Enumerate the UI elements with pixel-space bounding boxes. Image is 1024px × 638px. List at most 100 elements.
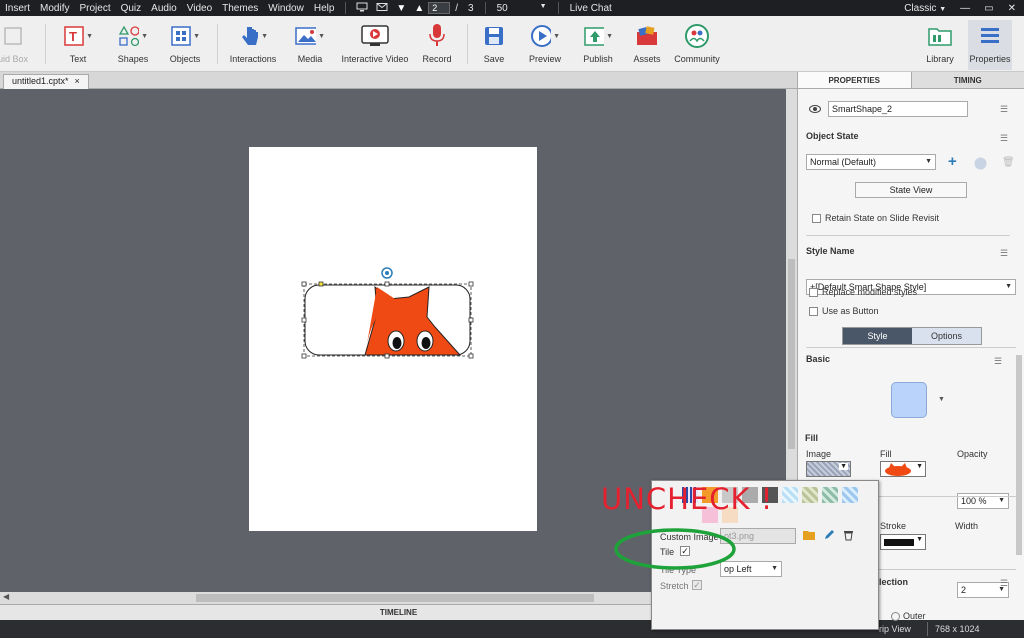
minimize-icon[interactable]: — <box>960 3 970 14</box>
zoom-select[interactable]: 50 ▼ <box>492 3 552 14</box>
panel-menu-icon[interactable]: ☰ <box>994 356 1002 367</box>
style-swatch[interactable] <box>891 382 927 418</box>
edit-pencil-icon[interactable] <box>823 529 835 544</box>
replace-styles-box[interactable] <box>809 288 818 298</box>
chevron-down-icon: ▼ <box>318 32 325 40</box>
rotate-handle-icon[interactable] <box>381 267 393 279</box>
retain-state-box[interactable] <box>812 214 821 224</box>
panel-scrollbar[interactable] <box>1016 355 1022 555</box>
style-segment[interactable]: Style <box>843 328 912 344</box>
menu-audio[interactable]: Audio <box>146 3 182 14</box>
tab-properties[interactable]: PROPERTIES <box>798 72 912 88</box>
panel-menu-icon[interactable]: ☰ <box>1000 248 1008 259</box>
smart-shape[interactable] <box>249 147 537 531</box>
state-view-button[interactable]: State View <box>855 182 967 198</box>
interactive-video-button[interactable]: Interactive Video <box>338 22 412 70</box>
workspace-select[interactable]: Classic ▼ <box>904 3 946 14</box>
options-segment[interactable]: Options <box>912 328 981 344</box>
corner-radius-handle[interactable] <box>318 281 324 287</box>
delete-state-icon[interactable]: 🗑 <box>1002 157 1015 168</box>
trash-icon[interactable] <box>843 529 854 544</box>
text-icon: T ▼ <box>63 22 93 50</box>
scroll-thumb[interactable] <box>788 259 795 449</box>
media-button[interactable]: ▼ Media <box>288 22 332 70</box>
chevron-down-icon: ▼ <box>141 32 148 40</box>
image-icon: ▼ <box>295 22 325 50</box>
publish-label: Publish <box>583 54 613 64</box>
toolbar-divider <box>217 24 218 64</box>
retain-state-checkbox[interactable]: Retain State on Slide Revisit <box>812 213 940 224</box>
text-button[interactable]: T ▼ Text <box>58 22 98 70</box>
shapes-button[interactable]: ▼ Shapes <box>113 22 153 70</box>
objects-icon: ▼ <box>170 22 200 50</box>
texture-swatch[interactable] <box>822 487 838 503</box>
menu-video[interactable]: Video <box>182 3 217 14</box>
texture-swatch[interactable] <box>782 487 798 503</box>
library-button[interactable]: Library <box>922 22 958 70</box>
current-slide-field[interactable]: 2 <box>428 2 451 14</box>
menu-bar: Insert Modify Project Quiz Audio Video T… <box>0 0 1024 16</box>
folder-icon[interactable] <box>803 530 815 543</box>
tab-close-icon[interactable]: × <box>75 75 80 89</box>
assets-label: Assets <box>633 54 661 64</box>
panel-menu-icon[interactable]: ☰ <box>1000 133 1008 144</box>
interactions-button[interactable]: ▼ Interactions <box>228 22 278 70</box>
menu-modify[interactable]: Modify <box>35 3 74 14</box>
retain-state-label: Retain State on Slide Revisit <box>825 213 940 223</box>
state-select[interactable]: Normal (Default) ▼ <box>806 154 936 170</box>
assets-button[interactable]: Assets <box>630 22 664 70</box>
menu-window[interactable]: Window <box>263 3 309 14</box>
document-tab[interactable]: untitled1.cptx* × <box>3 74 89 89</box>
stroke-color-picker[interactable]: ▼ <box>880 534 926 550</box>
stretch-checkbox[interactable]: ✓ <box>692 580 702 590</box>
visibility-eye-icon[interactable] <box>809 105 821 116</box>
menu-divider <box>345 2 347 14</box>
close-icon[interactable]: ✕ <box>1008 3 1016 14</box>
record-button[interactable]: Record <box>418 22 456 70</box>
properties-button[interactable]: Properties <box>968 20 1012 70</box>
fill-picker[interactable]: ▼ <box>880 461 926 477</box>
style-options-toggle[interactable]: Style Options <box>842 327 982 345</box>
arrow-down-icon[interactable]: ▼ <box>392 3 410 14</box>
chevron-down-icon: ▼ <box>916 463 923 470</box>
menu-insert[interactable]: Insert <box>0 3 35 14</box>
menu-themes[interactable]: Themes <box>217 3 263 14</box>
slide[interactable] <box>249 147 537 531</box>
outer-radio[interactable]: Outer <box>891 611 926 622</box>
arrow-up-icon[interactable]: ▲ <box>410 3 428 14</box>
image-label: Image <box>806 449 832 459</box>
email-icon[interactable] <box>372 2 392 15</box>
outer-radio-circle[interactable] <box>891 612 900 622</box>
scroll-left-icon[interactable]: ◀ <box>3 592 9 601</box>
quiz-box-button[interactable]: uid Box <box>0 22 28 70</box>
record-label: Record <box>422 54 452 64</box>
objects-button[interactable]: ▼ Objects <box>165 22 205 70</box>
save-button[interactable]: Save <box>478 22 510 70</box>
texture-swatch[interactable] <box>802 487 818 503</box>
preview-button[interactable]: ▼ Preview <box>525 22 565 70</box>
use-as-button-checkbox[interactable]: Use as Button <box>809 306 879 317</box>
publish-button[interactable]: ▼ Publish <box>578 22 618 70</box>
menu-help[interactable]: Help <box>309 3 340 14</box>
live-chat-link[interactable]: Live Chat <box>565 3 617 14</box>
divider <box>806 347 1016 348</box>
add-state-icon[interactable]: + <box>948 154 957 170</box>
panel-menu-icon[interactable]: ☰ <box>1000 104 1008 115</box>
community-button[interactable]: Community <box>672 22 722 70</box>
play-icon: ▼ <box>530 22 560 50</box>
state-options-icon[interactable] <box>974 157 987 173</box>
menu-quiz[interactable]: Quiz <box>116 3 147 14</box>
use-as-button-box[interactable] <box>809 307 818 317</box>
panel-menu-icon[interactable]: ☰ <box>1000 578 1008 589</box>
texture-swatch[interactable] <box>842 487 858 503</box>
replace-styles-checkbox[interactable]: Replace modified styles <box>809 287 917 298</box>
chevron-down-icon[interactable]: ▼ <box>938 396 945 403</box>
menu-project[interactable]: Project <box>74 3 115 14</box>
scroll-thumb[interactable] <box>196 594 594 602</box>
image-picker[interactable]: ▼ <box>806 461 851 477</box>
quiz-icon <box>0 22 28 50</box>
tab-timing[interactable]: TIMING <box>911 72 1024 88</box>
monitor-icon[interactable] <box>352 2 372 15</box>
shape-name-input[interactable]: SmartShape_2 <box>828 101 968 117</box>
restore-icon[interactable]: ▭ <box>984 3 993 14</box>
